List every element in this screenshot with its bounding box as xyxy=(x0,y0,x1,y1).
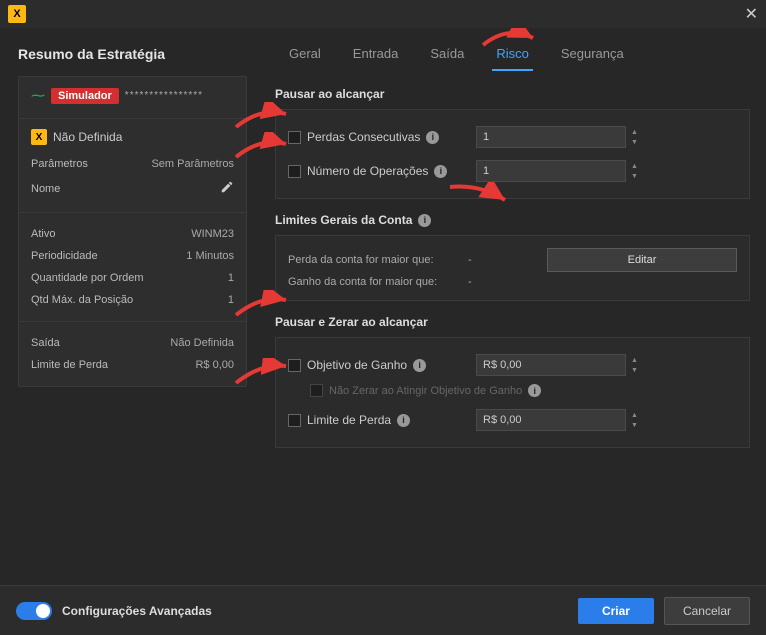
tab-saida[interactable]: Saída xyxy=(426,38,468,71)
chevron-up-icon[interactable]: ▲ xyxy=(631,355,638,365)
chevron-down-icon[interactable]: ▼ xyxy=(631,137,638,147)
tab-seguranca[interactable]: Segurança xyxy=(557,38,628,71)
account-limits-title: Limites Gerais da Conta xyxy=(275,213,412,227)
num-ops-input[interactable]: ▲▼ xyxy=(476,160,626,182)
chevron-down-icon[interactable]: ▼ xyxy=(631,365,638,375)
create-button[interactable]: Criar xyxy=(578,598,654,624)
advanced-toggle-label: Configurações Avançadas xyxy=(62,604,212,618)
no-zero-checkbox xyxy=(310,384,323,397)
loss-limit-input[interactable]: ▲▼ xyxy=(476,409,626,431)
cancel-button[interactable]: Cancelar xyxy=(664,597,750,625)
account-loss-label: Perda da conta for maior que: xyxy=(288,254,468,266)
gain-target-input[interactable]: ▲▼ xyxy=(476,354,626,376)
summary-row: Limite de PerdaR$ 0,00 xyxy=(31,354,234,376)
strategy-name: Não Definida xyxy=(53,130,122,144)
info-icon[interactable]: i xyxy=(413,359,426,372)
pause-reach-title: Pausar ao alcançar xyxy=(275,87,750,101)
params-label: Parâmetros xyxy=(31,158,88,170)
gain-target-label: Objetivo de Ganho xyxy=(307,358,407,372)
tab-entrada[interactable]: Entrada xyxy=(349,38,403,71)
account-gain-value: - xyxy=(468,276,478,288)
params-value: Sem Parâmetros xyxy=(151,158,234,170)
summary-row: AtivoWINM23 xyxy=(31,223,234,245)
num-ops-label: Número de Operações xyxy=(307,164,428,178)
name-label: Nome xyxy=(31,183,60,195)
consec-losses-input[interactable]: ▲▼ xyxy=(476,126,626,148)
app-logo: X xyxy=(8,5,26,23)
info-icon[interactable]: i xyxy=(397,414,410,427)
no-zero-label: Não Zerar ao Atingir Objetivo de Ganho xyxy=(329,385,522,397)
masked-name: **************** xyxy=(125,90,203,101)
info-icon[interactable]: i xyxy=(528,384,541,397)
summary-row: Periodicidade1 Minutos xyxy=(31,245,234,267)
chevron-down-icon[interactable]: ▼ xyxy=(631,420,638,430)
advanced-toggle[interactable] xyxy=(16,602,52,620)
gain-target-checkbox[interactable] xyxy=(288,359,301,372)
loss-limit-label: Limite de Perda xyxy=(307,413,391,427)
chevron-down-icon[interactable]: ▼ xyxy=(631,171,638,181)
tab-risco[interactable]: Risco xyxy=(492,38,533,71)
chevron-up-icon[interactable]: ▲ xyxy=(631,161,638,171)
info-icon[interactable]: i xyxy=(426,131,439,144)
summary-row: Qtd Máx. da Posição1 xyxy=(31,289,234,311)
chevron-up-icon[interactable]: ▲ xyxy=(631,410,638,420)
chevron-up-icon[interactable]: ▲ xyxy=(631,127,638,137)
info-icon[interactable]: i xyxy=(418,214,431,227)
summary-row: Quantidade por Ordem1 xyxy=(31,267,234,289)
summary-row: SaídaNão Definida xyxy=(31,332,234,354)
num-ops-checkbox[interactable] xyxy=(288,165,301,178)
account-loss-value: - xyxy=(468,254,478,266)
loss-limit-checkbox[interactable] xyxy=(288,414,301,427)
account-gain-label: Ganho da conta for maior que: xyxy=(288,276,468,288)
sidebar-title: Resumo da Estratégia xyxy=(18,46,247,62)
consec-losses-checkbox[interactable] xyxy=(288,131,301,144)
close-icon[interactable]: ✕ xyxy=(745,4,758,24)
pulse-icon: ⁓ xyxy=(31,87,45,104)
tab-geral[interactable]: Geral xyxy=(285,38,325,71)
info-icon[interactable]: i xyxy=(434,165,447,178)
simulator-badge: Simulador xyxy=(51,88,119,104)
consec-losses-label: Perdas Consecutivas xyxy=(307,130,420,144)
strategy-icon: X xyxy=(31,129,47,145)
pause-zero-title: Pausar e Zerar ao alcançar xyxy=(275,315,750,329)
edit-account-limits-button[interactable]: Editar xyxy=(547,248,737,272)
pencil-icon[interactable] xyxy=(220,180,234,197)
